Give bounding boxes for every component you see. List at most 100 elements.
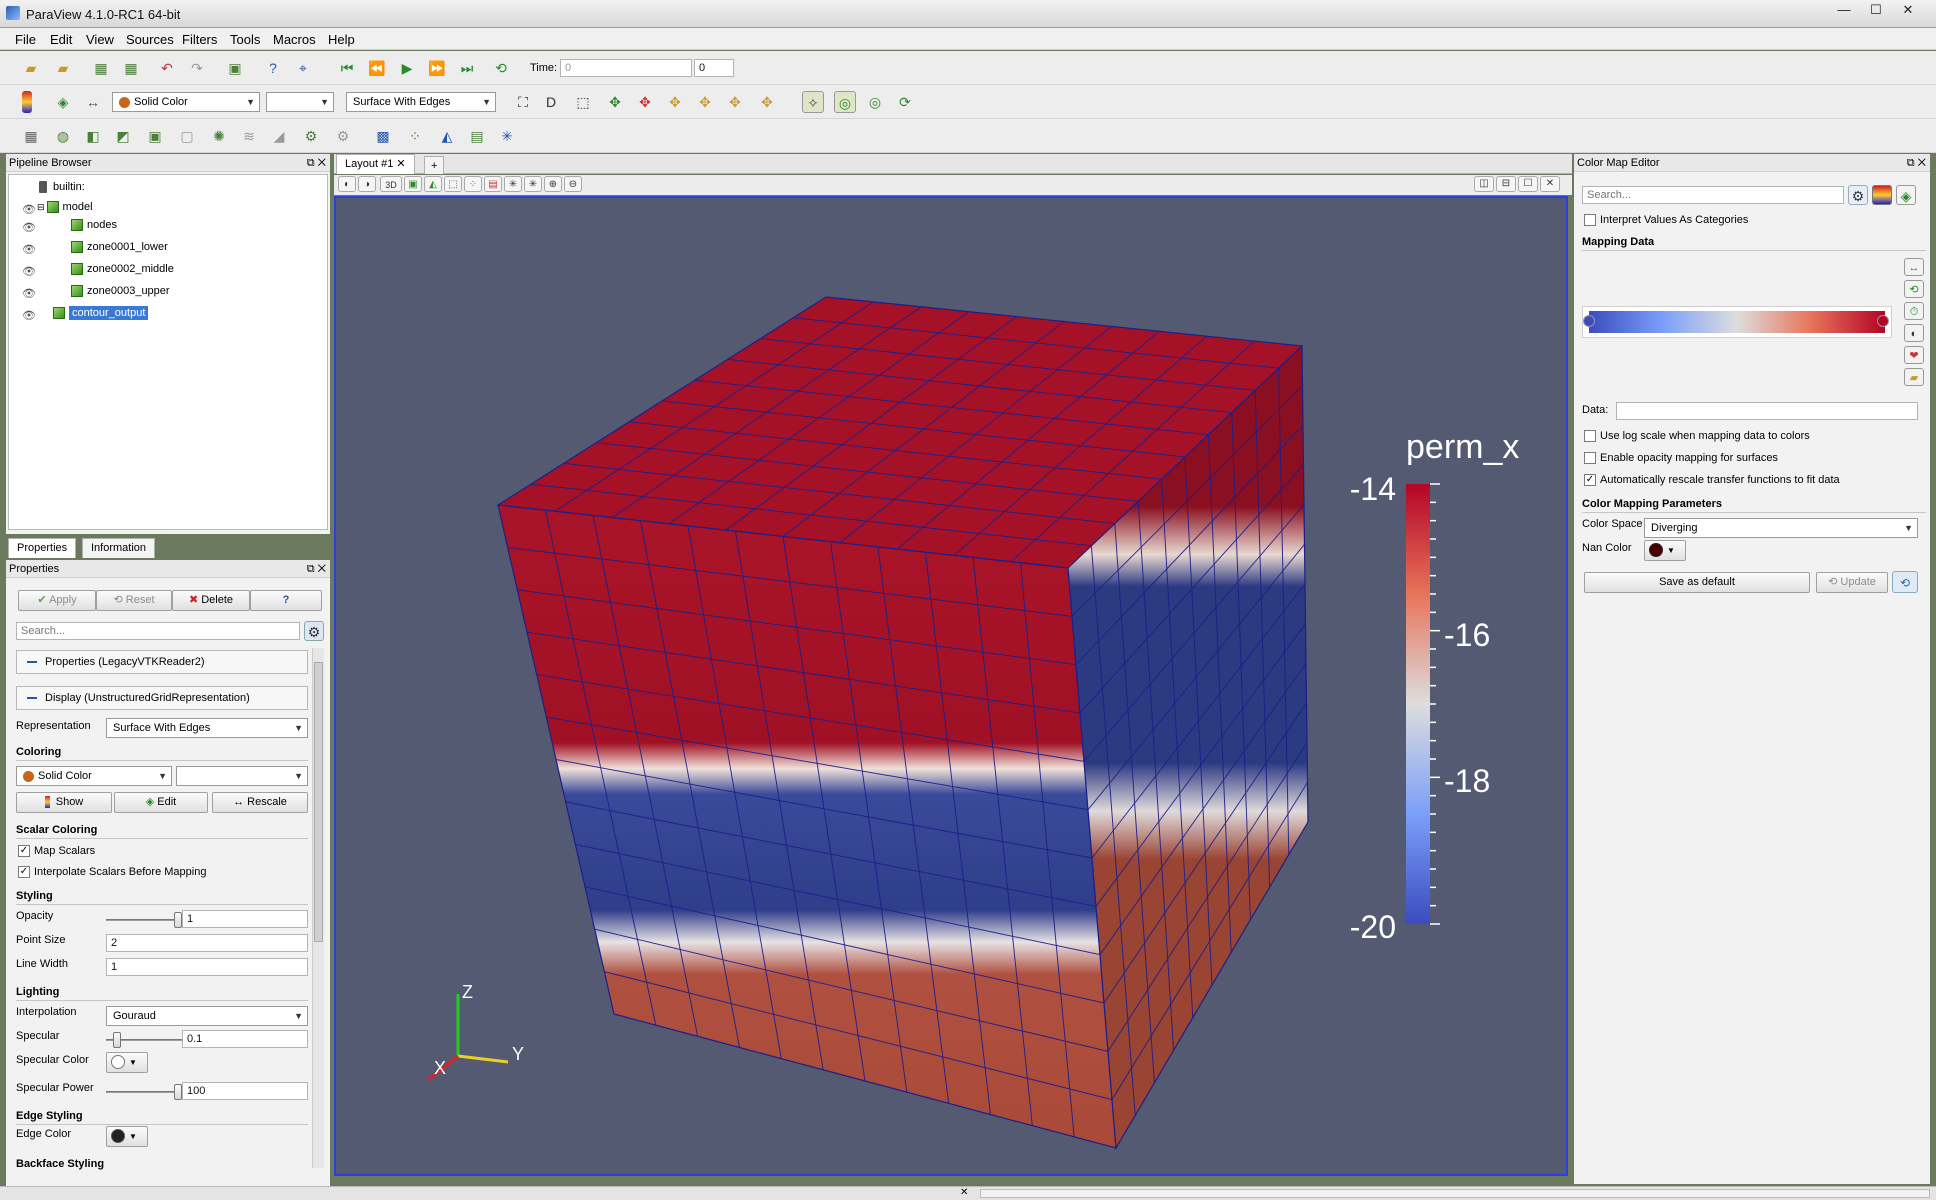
coloring-component-select[interactable]: ▼ — [176, 766, 308, 786]
rescale-temporal-icon[interactable]: ⏱ — [1904, 302, 1924, 320]
opacity-field[interactable]: 1 — [182, 910, 308, 928]
specular-power-field[interactable]: 100 — [182, 1082, 308, 1100]
tree-item-zone0002-middle[interactable]: zone0002_middle — [71, 263, 174, 276]
view-plus-y-icon[interactable]: ✥ — [664, 91, 686, 113]
reset-camera-icon[interactable]: ⛶ — [512, 91, 534, 113]
threshold-icon[interactable]: ▣ — [144, 125, 166, 147]
update-button[interactable]: ⟲ Update — [1816, 572, 1888, 593]
select-block-icon[interactable]: ▤ — [466, 125, 488, 147]
render-canvas[interactable]: perm_x -14 -16 -18 -20 Z Y X — [336, 198, 1566, 1174]
time-value-field[interactable]: 0 — [560, 59, 692, 77]
rescale-custom-icon[interactable]: ⟲ — [1904, 280, 1924, 298]
stream-tracer-icon[interactable]: ≋ — [238, 125, 260, 147]
maximize-view-icon[interactable]: ☐ — [1518, 176, 1538, 192]
component-dropdown[interactable]: ▼ — [266, 92, 334, 112]
previous-frame-icon[interactable]: ⏪ — [366, 57, 388, 79]
delete-button[interactable]: ✖ Delete — [172, 590, 250, 611]
auto-rescale-checkbox[interactable]: ✓ — [1584, 474, 1596, 486]
play-icon[interactable]: ▶ — [396, 57, 418, 79]
select-points-icon[interactable]: ⁘ — [404, 125, 426, 147]
mesh-cube[interactable] — [496, 296, 1309, 1150]
select-surface-icon[interactable]: ◭ — [424, 176, 442, 192]
reset-button[interactable]: ⟲ Reset — [96, 590, 172, 611]
specular-power-slider-track[interactable] — [106, 1091, 182, 1093]
tab-layout-1[interactable]: Layout #1 ✕ — [336, 154, 415, 174]
interactive-select-points-icon[interactable]: ✳ — [524, 176, 542, 192]
coloring-color-by-select[interactable]: Solid Color ▼ — [16, 766, 172, 786]
edit-colormap-icon[interactable]: ◈ — [52, 91, 74, 113]
split-horizontal-icon[interactable]: ◫ — [1474, 176, 1494, 192]
tree-item-zone0003-upper[interactable]: zone0003_upper — [71, 285, 170, 298]
open-recent-icon[interactable]: ▰ — [52, 57, 74, 79]
opacity-slider-knob[interactable] — [174, 912, 182, 928]
camera-undo-icon[interactable]: ◐ — [338, 176, 356, 192]
next-frame-icon[interactable]: ⏩ — [426, 57, 448, 79]
menu-help[interactable]: Help — [328, 32, 355, 47]
menu-sources[interactable]: Sources — [126, 32, 174, 47]
close-icon[interactable]: ✕ — [960, 1187, 968, 1198]
first-frame-icon[interactable]: ⏮ — [336, 57, 358, 79]
split-vertical-icon[interactable]: ⊟ — [1496, 176, 1516, 192]
line-width-field[interactable]: 1 — [106, 958, 308, 976]
tree-item-nodes[interactable]: nodes — [71, 219, 117, 232]
collapse-icon[interactable]: ⊟ — [37, 202, 45, 212]
eye-icon[interactable]: 👁 — [22, 265, 36, 278]
edge-color-button[interactable]: ▼ — [106, 1126, 148, 1147]
nan-color-button[interactable]: ▼ — [1644, 540, 1686, 561]
tab-properties[interactable]: Properties — [8, 538, 77, 558]
menu-view[interactable]: View — [86, 32, 114, 47]
contour-icon[interactable]: ◍ — [52, 125, 74, 147]
glyph-icon[interactable]: ✺ — [208, 125, 230, 147]
scrollbar-thumb[interactable] — [314, 662, 323, 942]
tree-item-model[interactable]: ⊟ model — [37, 201, 93, 214]
point-size-field[interactable]: 2 — [106, 934, 308, 952]
color-by-dropdown[interactable]: Solid Color ▼ — [112, 92, 260, 112]
save-preset-icon[interactable]: ❤ — [1904, 346, 1924, 364]
close-view-icon[interactable]: ✕ — [1540, 176, 1560, 192]
maximize-button[interactable]: ☐ — [1864, 2, 1888, 20]
add-layout-tab-button[interactable]: + — [424, 156, 445, 174]
rescale-range-icon[interactable]: ↔ — [82, 91, 104, 113]
select-cells-icon[interactable]: ▩ — [372, 125, 394, 147]
min-control-point[interactable] — [1583, 315, 1595, 327]
advanced-gear-icon[interactable]: ⚙ — [1848, 185, 1868, 205]
eye-visible-icon[interactable]: 👁 — [22, 203, 36, 216]
menu-file[interactable]: File — [15, 32, 36, 47]
specular-slider-knob[interactable] — [112, 1032, 121, 1048]
invert-colormap-icon[interactable]: ◐ — [1904, 324, 1924, 342]
reset-session-icon[interactable]: ▣ — [224, 57, 246, 79]
data-value-field[interactable] — [1616, 402, 1918, 420]
select-frustum-cells-icon[interactable]: ⬚ — [444, 176, 462, 192]
help-icon[interactable]: ? — [262, 57, 284, 79]
pick-center-icon[interactable]: ⌖ — [292, 57, 314, 79]
close-icon[interactable]: ⧉ ✕ — [307, 560, 326, 578]
close-icon[interactable]: ⧉ ✕ — [1907, 154, 1926, 172]
extract-level-icon[interactable]: ⚙ — [332, 125, 354, 147]
toggle-3d-button[interactable]: 3D — [380, 176, 402, 192]
builtin-server-node[interactable]: builtin: — [39, 181, 85, 194]
save-as-default-button[interactable]: Save as default — [1584, 572, 1810, 593]
view-minus-z-icon[interactable]: ✥ — [756, 91, 778, 113]
help-button[interactable]: ? — [250, 590, 322, 611]
view-plus-z-icon[interactable]: ✥ — [724, 91, 746, 113]
redo-icon[interactable]: ↷ — [186, 57, 208, 79]
tree-item-contour-output[interactable]: contour_output — [53, 306, 149, 320]
advanced-gear-icon[interactable]: ⚙ — [304, 621, 324, 641]
select-frustum-icon[interactable]: ◭ — [436, 125, 458, 147]
show-orientation-axes-icon[interactable]: ✧ — [802, 91, 824, 113]
auto-update-icon[interactable]: ⟲ — [1892, 571, 1918, 593]
representation-dropdown[interactable]: Surface With Edges ▼ — [346, 92, 496, 112]
close-icon[interactable]: ⧉ ✕ — [307, 154, 326, 172]
interactive-select-cells-icon[interactable]: ✳ — [504, 176, 522, 192]
choose-preset-icon[interactable]: ◈ — [1896, 185, 1916, 205]
menu-macros[interactable]: Macros — [273, 32, 316, 47]
specular-field[interactable]: 0.1 — [182, 1030, 308, 1048]
select-block-view-icon[interactable]: ▤ — [484, 176, 502, 192]
color-space-select[interactable]: Diverging ▼ — [1644, 518, 1918, 538]
specular-power-slider-knob[interactable] — [174, 1084, 182, 1100]
shrink-selection-icon[interactable]: ⊖ — [564, 176, 582, 192]
properties-scrollbar[interactable] — [312, 648, 324, 1168]
section-display-properties[interactable]: Display (UnstructuredGridRepresentation) — [16, 686, 308, 710]
time-step-spinbox[interactable]: 0 — [694, 59, 734, 77]
open-folder-icon[interactable]: ▰ — [20, 57, 42, 79]
